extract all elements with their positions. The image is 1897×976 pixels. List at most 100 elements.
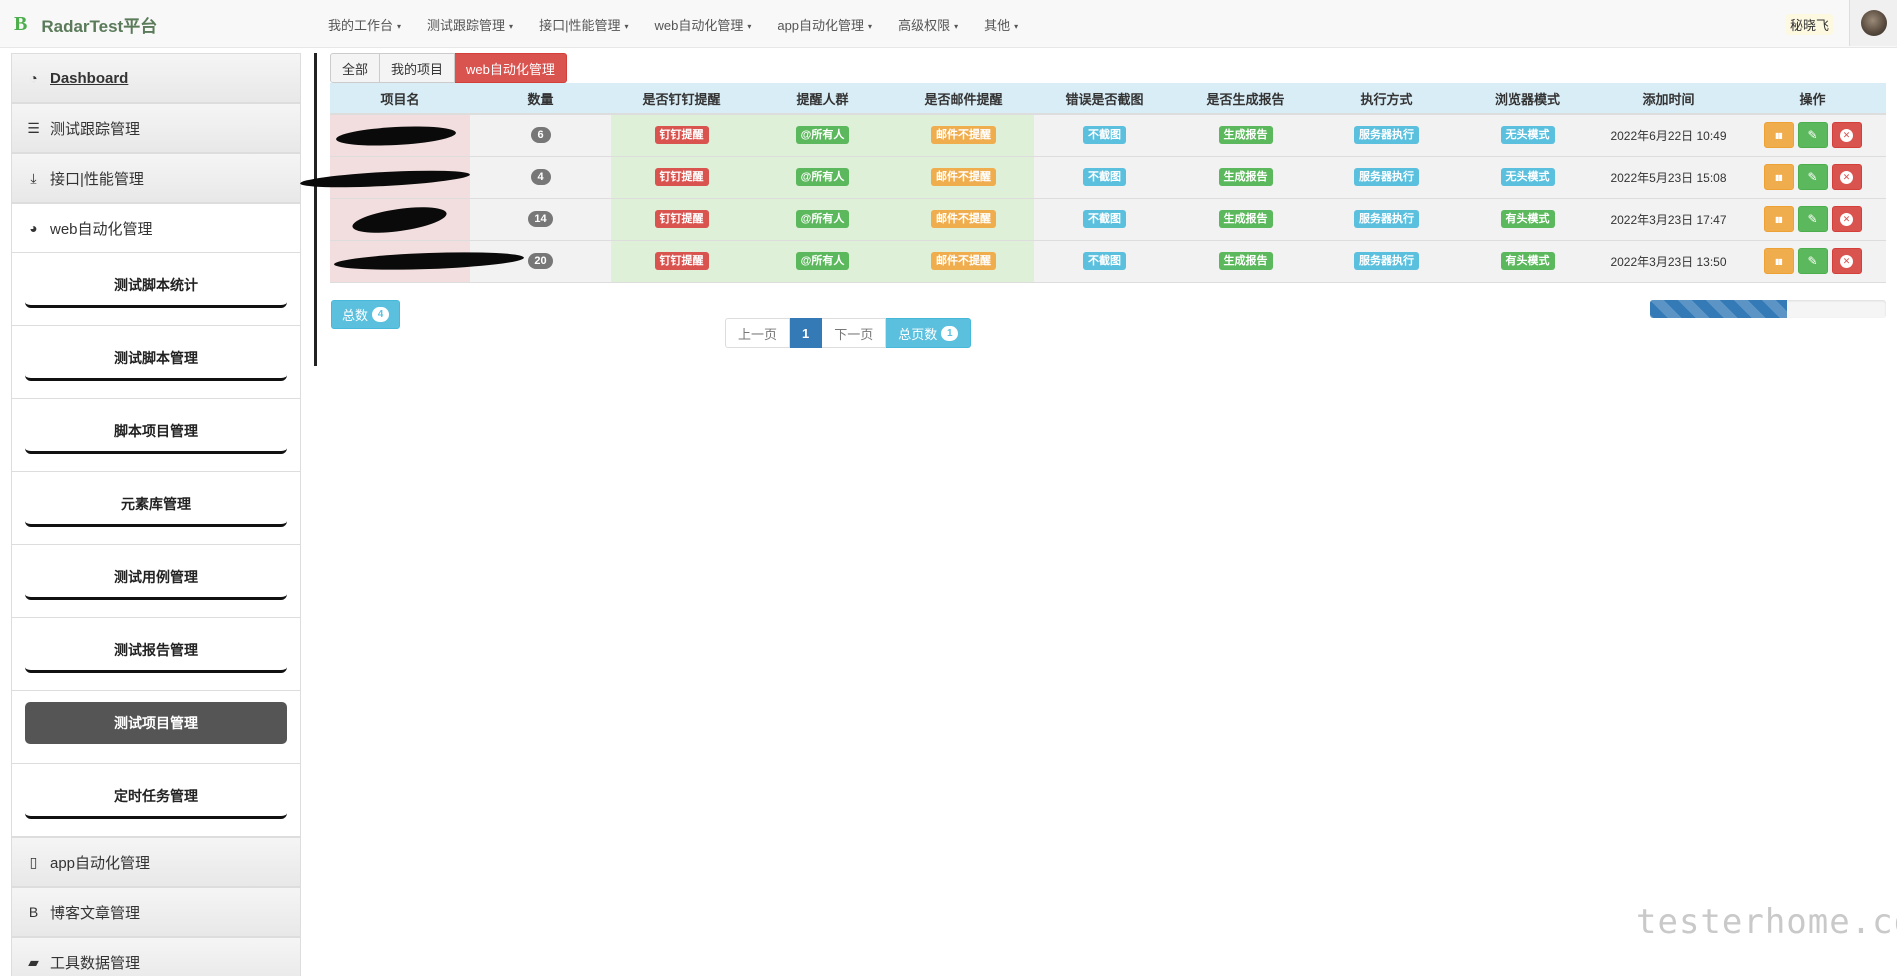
actions-cell: ▮▮ ✎ ✕: [1739, 240, 1886, 283]
submenu-script-project-management[interactable]: 脚本项目管理: [25, 410, 287, 454]
web-automation-submenu: 测试脚本统计 测试脚本管理 脚本项目管理 元素库管理 测试用例管理 测试报告管理…: [11, 253, 301, 837]
nav-item-app-automation[interactable]: app自动化管理 ▾: [777, 15, 872, 34]
project-name-cell[interactable]: [299, 156, 471, 199]
content-divider: [314, 53, 317, 366]
main-menu: 我的工作台 ▾ 测试跟踪管理 ▾ 接口|性能管理 ▾ web自动化管理 ▾ app自动化…: [328, 0, 1044, 48]
prev-page-button[interactable]: 上一页: [725, 318, 791, 348]
pagination: 上一页 1 下一页 总页数 1: [725, 318, 972, 348]
sidebar-item-web-automation[interactable]: ◕ web自动化管理: [11, 203, 301, 253]
project-name-cell[interactable]: [330, 114, 470, 157]
status-badge: 服务器执行: [1354, 210, 1419, 228]
sidebar-item-test-tracking[interactable]: ☰ 测试跟踪管理: [11, 103, 301, 153]
sidebar-item-blog-articles[interactable]: B 博客文章管理: [11, 887, 301, 937]
total-pages-label: 总页数: [898, 326, 938, 342]
mobile-icon: ▯: [29, 853, 38, 870]
project-name-cell[interactable]: [330, 240, 525, 283]
total-pages-button[interactable]: 总页数 1: [886, 318, 972, 348]
sidebar-item-api-performance[interactable]: ⤓ 接口|性能管理: [11, 153, 301, 203]
sidebar-item-app-automation[interactable]: ▯ app自动化管理: [11, 837, 301, 887]
nav-item-test-tracking[interactable]: 测试跟踪管理 ▾: [427, 15, 513, 34]
chevron-down-icon: ▾: [397, 21, 402, 31]
nav-item-web-automation[interactable]: web自动化管理 ▾: [654, 15, 751, 34]
actions-cell: ▮▮ ✎ ✕: [1739, 114, 1886, 157]
submenu-test-script-stats[interactable]: 测试脚本统计: [25, 264, 287, 308]
brand[interactable]: B RadarTest平台: [14, 10, 157, 38]
nav-item-other[interactable]: 其他 ▾: [984, 15, 1018, 34]
exec-cell: 服务器执行: [1316, 114, 1457, 157]
report-cell: 生成报告: [1175, 240, 1316, 283]
page-1-button[interactable]: 1: [790, 318, 823, 348]
project-name-cell[interactable]: [330, 198, 470, 241]
next-page-button[interactable]: 下一页: [822, 318, 887, 348]
edit-button[interactable]: ✎: [1797, 248, 1828, 274]
bar-chart-icon: ▮▮: [1775, 256, 1783, 266]
submenu-test-project-management[interactable]: 测试项目管理: [25, 702, 287, 744]
bold-b-icon: B: [28, 904, 39, 920]
watermark: testerhome.com: [1636, 902, 1897, 942]
bar-chart-icon: ▮▮: [1775, 172, 1783, 182]
delete-button[interactable]: ✕: [1831, 206, 1862, 232]
stats-button[interactable]: ▮▮: [1763, 206, 1794, 232]
chevron-down-icon: ▾: [509, 21, 514, 31]
column-header: 添加时间: [1598, 83, 1739, 115]
browser-cell: 无头模式: [1457, 114, 1598, 157]
filter-all-button[interactable]: 全部: [330, 53, 381, 83]
delete-button[interactable]: ✕: [1831, 248, 1862, 274]
count-cell: 14: [470, 198, 611, 241]
edit-button[interactable]: ✎: [1797, 206, 1828, 232]
user-menu[interactable]: [1849, 0, 1897, 46]
submenu-test-case-management[interactable]: 测试用例管理: [25, 556, 287, 600]
delete-button[interactable]: ✕: [1831, 164, 1862, 190]
stats-button[interactable]: ▮▮: [1763, 248, 1794, 274]
status-badge: 无头模式: [1500, 168, 1555, 186]
column-header: 浏览器模式: [1457, 83, 1598, 115]
sidebar-item-dashboard[interactable]: ◔ Dashboard: [11, 53, 301, 103]
added-time-cell: 2022年3月23日 17:47: [1598, 198, 1739, 241]
total-count-button[interactable]: 总数 4: [331, 300, 401, 329]
dingtalk-cell: 钉钉提醒: [611, 198, 752, 241]
download-icon: ⤓: [30, 169, 37, 186]
edit-button[interactable]: ✎: [1797, 164, 1828, 190]
screenshot-cell: 不截图: [1034, 114, 1175, 157]
status-badge: 有头模式: [1500, 210, 1555, 228]
exec-cell: 服务器执行: [1316, 156, 1457, 199]
submenu-element-library[interactable]: 元素库管理: [25, 483, 287, 527]
list-item: 测试用例管理: [12, 545, 300, 618]
nav-item-advanced-permissions[interactable]: 高级权限 ▾: [898, 15, 958, 34]
count-badge: 4: [530, 169, 551, 185]
status-badge: 不截图: [1083, 252, 1126, 270]
edit-button[interactable]: ✎: [1797, 122, 1828, 149]
nav-item-workbench[interactable]: 我的工作台 ▾: [328, 15, 401, 34]
report-cell: 生成报告: [1175, 198, 1316, 241]
status-badge: 无头模式: [1500, 126, 1555, 145]
submenu-test-report-management[interactable]: 测试报告管理: [25, 629, 287, 673]
sidebar-item-label: 博客文章管理: [50, 904, 141, 922]
submenu-scheduled-task-management[interactable]: 定时任务管理: [25, 775, 287, 819]
user-name[interactable]: 秘晓飞: [1786, 14, 1834, 35]
filter-my-projects-button[interactable]: 我的项目: [380, 53, 456, 83]
project-filter-group: 全部 我的项目 web自动化管理: [330, 53, 567, 83]
close-icon: ✕: [1840, 254, 1853, 268]
status-badge: @所有人: [795, 126, 850, 145]
redaction-mark: [299, 167, 471, 190]
nav-item-api-performance[interactable]: 接口|性能管理 ▾: [539, 15, 628, 34]
audience-cell: @所有人: [752, 114, 893, 157]
stats-button[interactable]: ▮▮: [1763, 122, 1794, 149]
avatar: [1860, 10, 1887, 36]
redaction-mark: [350, 201, 449, 238]
sidebar-item-tool-data[interactable]: ▰ 工具数据管理: [11, 937, 301, 976]
brand-logo-icon: B: [14, 12, 28, 35]
stats-button[interactable]: ▮▮: [1763, 164, 1794, 190]
globe-icon: ◕: [29, 220, 38, 236]
sidebar: ◔ Dashboard ☰ 测试跟踪管理 ⤓ 接口|性能管理 ◕ web自动化管…: [11, 53, 301, 976]
status-badge: 生成报告: [1218, 210, 1273, 228]
sidebar-item-label: Dashboard: [50, 69, 129, 87]
list-item: 测试报告管理: [12, 618, 300, 691]
delete-button[interactable]: ✕: [1831, 122, 1862, 149]
email-cell: 邮件不提醒: [893, 240, 1034, 283]
submenu-test-script-management[interactable]: 测试脚本管理: [25, 337, 287, 381]
browser-cell: 有头模式: [1457, 198, 1598, 241]
edit-icon: ✎: [1807, 212, 1818, 226]
audience-cell: @所有人: [752, 156, 893, 199]
filter-web-automation-button[interactable]: web自动化管理: [455, 53, 567, 83]
